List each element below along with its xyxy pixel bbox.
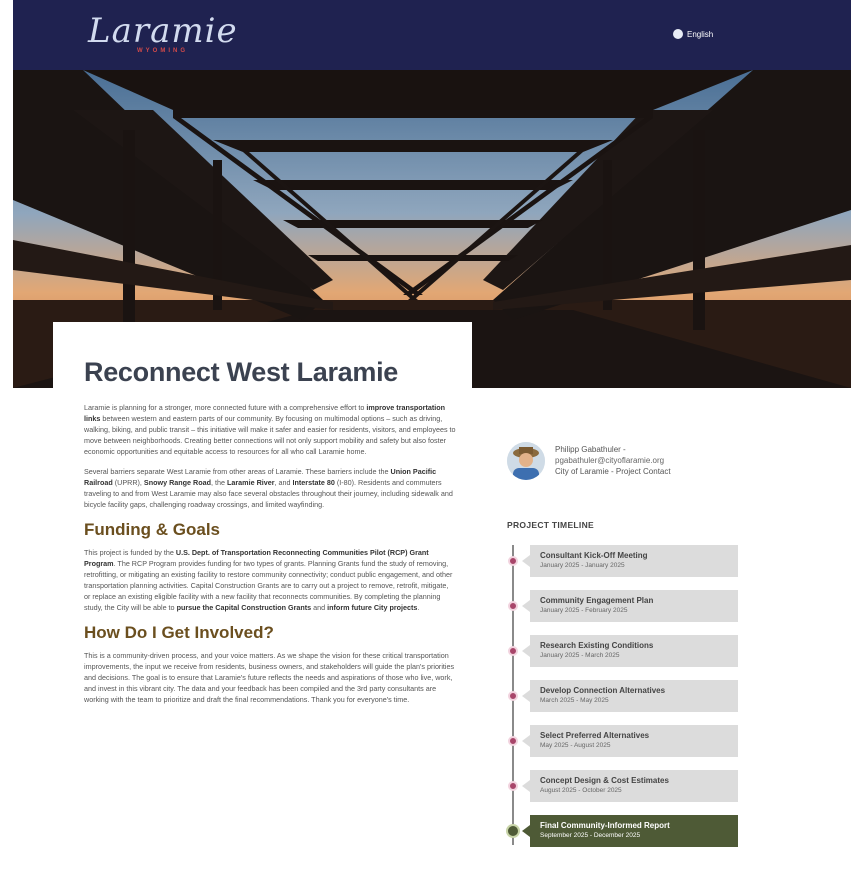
language-label: English (687, 29, 714, 39)
globe-icon (673, 29, 683, 39)
contact-role: City of Laramie - Project Contact (555, 467, 671, 476)
main-content: Laramie is planning for a stronger, more… (84, 402, 456, 714)
timeline-item[interactable]: Research Existing Conditions January 2025… (508, 635, 743, 667)
timeline-dot (508, 556, 518, 566)
timeline-dot (508, 646, 518, 656)
timeline-dot (508, 736, 518, 746)
timeline-item[interactable]: Select Preferred Alternatives May 2025 - … (508, 725, 743, 757)
page-title: Reconnect West Laramie (84, 357, 399, 387)
timeline-dot (508, 691, 518, 701)
timeline-item[interactable]: Consultant Kick-Off Meeting January 2025 … (508, 545, 743, 577)
timeline-item[interactable]: Community Engagement Plan January 2025 - … (508, 590, 743, 622)
timeline-item[interactable]: Develop Connection Alternatives March 202… (508, 680, 743, 712)
timeline-dot (508, 781, 518, 791)
language-selector[interactable]: English (673, 29, 713, 39)
contact-email[interactable]: pgabathuler@cityoflaramie.org (555, 455, 755, 466)
avatar (507, 442, 545, 480)
timeline-dot-current (506, 824, 520, 838)
timeline-item[interactable]: Concept Design & Cost Estimates August 20… (508, 770, 743, 802)
project-timeline: Consultant Kick-Off Meeting January 2025 … (506, 545, 748, 847)
funding-heading: Funding & Goals (84, 520, 220, 539)
site-header: Laramie WYOMING English (13, 0, 851, 70)
involved-heading: How Do I Get Involved? (84, 623, 274, 642)
timeline-title: PROJECT TIMELINE (507, 520, 594, 530)
contact-name: Philipp Gabathuler - (555, 445, 626, 454)
funding-paragraph: This project is funded by the U.S. Dept.… (84, 548, 453, 612)
timeline-dot (508, 601, 518, 611)
involved-paragraph: This is a community-driven process, and … (84, 651, 455, 704)
intro-paragraph-1: Laramie is planning for a stronger, more… (84, 403, 456, 456)
timeline-item-current[interactable]: Final Community-Informed Report September… (506, 815, 743, 847)
city-logo[interactable]: Laramie (88, 14, 238, 48)
intro-paragraph-2: Several barriers separate West Laramie f… (84, 467, 453, 509)
logo-subtitle: WYOMING (137, 48, 188, 54)
